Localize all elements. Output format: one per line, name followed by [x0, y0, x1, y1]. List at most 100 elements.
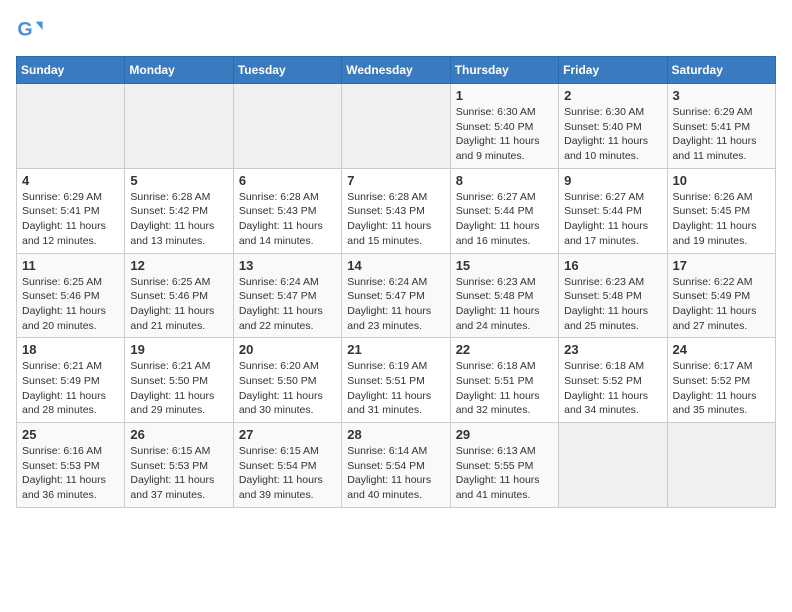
calendar-cell: [125, 84, 233, 169]
calendar-header-row: SundayMondayTuesdayWednesdayThursdayFrid…: [17, 57, 776, 84]
calendar-week-row: 11 Sunrise: 6:25 AMSunset: 5:46 PMDayligh…: [17, 253, 776, 338]
calendar-week-row: 25Sunrise: 6:16 AMSunset: 5:53 PMDayligh…: [17, 423, 776, 508]
day-info: Sunrise: 6:28 AMSunset: 5:42 PMDaylight:…: [130, 190, 227, 249]
day-info: Sunrise: 6:24 AMSunset: 5:47 PMDaylight:…: [347, 275, 444, 334]
day-info: Sunrise: 6:26 AMSunset: 5:45 PMDaylight:…: [673, 190, 770, 249]
calendar-cell: 6 Sunrise: 6:28 AMSunset: 5:43 PMDaylight…: [233, 168, 341, 253]
day-number: 21: [347, 342, 444, 357]
calendar-cell: 26 Sunrise: 6:15 AMSunset: 5:53 PMDayligh…: [125, 423, 233, 508]
logo-icon: G: [16, 16, 44, 44]
day-info: Sunrise: 6:28 AMSunset: 5:43 PMDaylight:…: [347, 190, 444, 249]
calendar-cell: 23Sunrise: 6:18 AMSunset: 5:52 PMDayligh…: [559, 338, 667, 423]
day-number: 28: [347, 427, 444, 442]
calendar-cell: 24 Sunrise: 6:17 AMSunset: 5:52 PMDayligh…: [667, 338, 775, 423]
calendar-week-row: 18 Sunrise: 6:21 AMSunset: 5:49 PMDayligh…: [17, 338, 776, 423]
day-info: Sunrise: 6:29 AMSunset: 5:41 PMDaylight:…: [673, 105, 770, 164]
day-number: 20: [239, 342, 336, 357]
calendar-cell: 28 Sunrise: 6:14 AMSunset: 5:54 PMDayligh…: [342, 423, 450, 508]
calendar-cell: 1 Sunrise: 6:30 AMSunset: 5:40 PMDaylight…: [450, 84, 558, 169]
day-number: 25: [22, 427, 119, 442]
calendar-cell: 5 Sunrise: 6:28 AMSunset: 5:42 PMDaylight…: [125, 168, 233, 253]
day-info: Sunrise: 6:22 AMSunset: 5:49 PMDaylight:…: [673, 275, 770, 334]
calendar-cell: 17 Sunrise: 6:22 AMSunset: 5:49 PMDayligh…: [667, 253, 775, 338]
calendar-table: SundayMondayTuesdayWednesdayThursdayFrid…: [16, 56, 776, 508]
day-number: 13: [239, 258, 336, 273]
calendar-cell: 3 Sunrise: 6:29 AMSunset: 5:41 PMDaylight…: [667, 84, 775, 169]
column-header-wednesday: Wednesday: [342, 57, 450, 84]
calendar-cell: 29Sunrise: 6:13 AMSunset: 5:55 PMDayligh…: [450, 423, 558, 508]
calendar-cell: 16 Sunrise: 6:23 AMSunset: 5:48 PMDayligh…: [559, 253, 667, 338]
column-header-thursday: Thursday: [450, 57, 558, 84]
calendar-cell: 18 Sunrise: 6:21 AMSunset: 5:49 PMDayligh…: [17, 338, 125, 423]
calendar-cell: 11Sunrise: 6:25 AMSunset: 5:46 PMDayligh…: [17, 253, 125, 338]
calendar-cell: 14 Sunrise: 6:24 AMSunset: 5:47 PMDayligh…: [342, 253, 450, 338]
day-number: 10: [673, 173, 770, 188]
day-info: Sunrise: 6:14 AMSunset: 5:54 PMDaylight:…: [347, 444, 444, 503]
day-info: Sunrise: 6:27 AMSunset: 5:44 PMDaylight:…: [456, 190, 553, 249]
day-info: Sunrise: 6:23 AMSunset: 5:48 PMDaylight:…: [564, 275, 661, 334]
day-info: Sunrise: 6:23 AMSunset: 5:48 PMDaylight:…: [456, 275, 553, 334]
day-number: 9: [564, 173, 661, 188]
logo: G: [16, 16, 48, 44]
calendar-cell: 21 Sunrise: 6:19 AMSunset: 5:51 PMDayligh…: [342, 338, 450, 423]
day-info: Sunrise: 6:15 AMSunset: 5:53 PMDaylight:…: [130, 444, 227, 503]
calendar-cell: [17, 84, 125, 169]
calendar-cell: 10 Sunrise: 6:26 AMSunset: 5:45 PMDayligh…: [667, 168, 775, 253]
day-number: 7: [347, 173, 444, 188]
day-number: 5: [130, 173, 227, 188]
day-info: Sunrise: 6:21 AMSunset: 5:50 PMDaylight:…: [130, 359, 227, 418]
day-number: 15: [456, 258, 553, 273]
day-number: 1: [456, 88, 553, 103]
calendar-cell: 7 Sunrise: 6:28 AMSunset: 5:43 PMDaylight…: [342, 168, 450, 253]
calendar-cell: 19 Sunrise: 6:21 AMSunset: 5:50 PMDayligh…: [125, 338, 233, 423]
day-info: Sunrise: 6:19 AMSunset: 5:51 PMDaylight:…: [347, 359, 444, 418]
day-info: Sunrise: 6:17 AMSunset: 5:52 PMDaylight:…: [673, 359, 770, 418]
day-info: Sunrise: 6:25 AMSunset: 5:46 PMDaylight:…: [130, 275, 227, 334]
day-info: Sunrise: 6:28 AMSunset: 5:43 PMDaylight:…: [239, 190, 336, 249]
calendar-cell: 8 Sunrise: 6:27 AMSunset: 5:44 PMDaylight…: [450, 168, 558, 253]
day-number: 2: [564, 88, 661, 103]
day-info: Sunrise: 6:30 AMSunset: 5:40 PMDaylight:…: [564, 105, 661, 164]
day-info: Sunrise: 6:15 AMSunset: 5:54 PMDaylight:…: [239, 444, 336, 503]
column-header-monday: Monday: [125, 57, 233, 84]
day-info: Sunrise: 6:30 AMSunset: 5:40 PMDaylight:…: [456, 105, 553, 164]
calendar-week-row: 4Sunrise: 6:29 AMSunset: 5:41 PMDaylight…: [17, 168, 776, 253]
svg-text:G: G: [17, 19, 32, 41]
calendar-cell: 25Sunrise: 6:16 AMSunset: 5:53 PMDayligh…: [17, 423, 125, 508]
calendar-cell: [342, 84, 450, 169]
day-number: 17: [673, 258, 770, 273]
calendar-cell: 15 Sunrise: 6:23 AMSunset: 5:48 PMDayligh…: [450, 253, 558, 338]
day-number: 24: [673, 342, 770, 357]
column-header-sunday: Sunday: [17, 57, 125, 84]
calendar-cell: 27 Sunrise: 6:15 AMSunset: 5:54 PMDayligh…: [233, 423, 341, 508]
day-info: Sunrise: 6:18 AMSunset: 5:51 PMDaylight:…: [456, 359, 553, 418]
day-number: 6: [239, 173, 336, 188]
column-header-saturday: Saturday: [667, 57, 775, 84]
column-header-tuesday: Tuesday: [233, 57, 341, 84]
day-info: Sunrise: 6:20 AMSunset: 5:50 PMDaylight:…: [239, 359, 336, 418]
day-info: Sunrise: 6:24 AMSunset: 5:47 PMDaylight:…: [239, 275, 336, 334]
day-number: 8: [456, 173, 553, 188]
day-number: 4: [22, 173, 119, 188]
calendar-cell: 4Sunrise: 6:29 AMSunset: 5:41 PMDaylight…: [17, 168, 125, 253]
calendar-cell: 2 Sunrise: 6:30 AMSunset: 5:40 PMDaylight…: [559, 84, 667, 169]
day-number: 18: [22, 342, 119, 357]
day-number: 11: [22, 258, 119, 273]
day-number: 26: [130, 427, 227, 442]
day-number: 3: [673, 88, 770, 103]
day-info: Sunrise: 6:21 AMSunset: 5:49 PMDaylight:…: [22, 359, 119, 418]
calendar-cell: 22 Sunrise: 6:18 AMSunset: 5:51 PMDayligh…: [450, 338, 558, 423]
day-number: 16: [564, 258, 661, 273]
calendar-cell: [559, 423, 667, 508]
day-info: Sunrise: 6:27 AMSunset: 5:44 PMDaylight:…: [564, 190, 661, 249]
day-number: 12: [130, 258, 227, 273]
day-info: Sunrise: 6:18 AMSunset: 5:52 PMDaylight:…: [564, 359, 661, 418]
calendar-week-row: 1 Sunrise: 6:30 AMSunset: 5:40 PMDaylight…: [17, 84, 776, 169]
day-number: 27: [239, 427, 336, 442]
calendar-cell: 12 Sunrise: 6:25 AMSunset: 5:46 PMDayligh…: [125, 253, 233, 338]
day-number: 19: [130, 342, 227, 357]
page-header: G: [16, 16, 776, 44]
day-number: 22: [456, 342, 553, 357]
day-number: 14: [347, 258, 444, 273]
calendar-cell: 20 Sunrise: 6:20 AMSunset: 5:50 PMDayligh…: [233, 338, 341, 423]
